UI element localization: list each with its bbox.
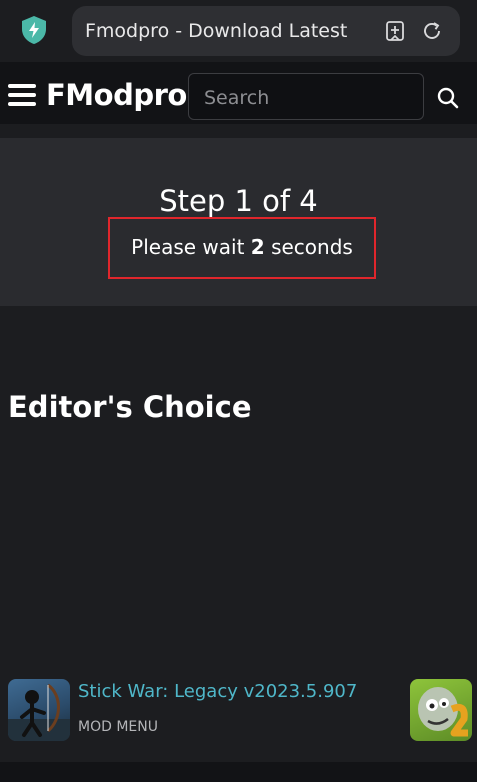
browser-toolbar: Fmodpro - Download Latest [0,0,477,62]
site-logo[interactable]: FModpro [46,77,187,113]
bookmark-icon[interactable] [384,20,406,42]
step-title: Step 1 of 4 [159,184,318,218]
wait-prefix: Please wait [131,235,251,259]
app-title-link[interactable]: Stick War: Legacy v2023.5.907 [78,680,357,704]
menu-icon[interactable] [8,84,36,106]
site-header: FModpro Search [0,62,477,124]
download-step-panel: Step 1 of 4 Please wait 2 seconds [0,138,477,306]
shield-icon[interactable] [18,14,50,46]
wait-countdown-box: Please wait 2 seconds [108,217,376,279]
bottom-bar [0,762,477,782]
search-icon[interactable] [436,86,460,110]
address-bar[interactable]: Fmodpro - Download Latest [72,6,460,56]
list-item[interactable]: Stick War: Legacy v2023.5.907 MOD MENU [0,676,477,746]
reload-icon[interactable] [421,20,443,42]
app-thumbnail-2[interactable] [410,679,472,741]
app-mod-tag: MOD MENU [78,719,158,735]
editors-choice-heading: Editor's Choice [8,390,252,424]
search-input[interactable]: Search [188,73,424,120]
page-title: Fmodpro - Download Latest [85,20,348,42]
app-thumbnail[interactable] [8,679,70,741]
wait-suffix: seconds [264,235,353,259]
search-placeholder: Search [204,87,270,109]
wait-seconds: 2 [250,235,265,259]
wait-message: Please wait 2 seconds [110,233,374,261]
